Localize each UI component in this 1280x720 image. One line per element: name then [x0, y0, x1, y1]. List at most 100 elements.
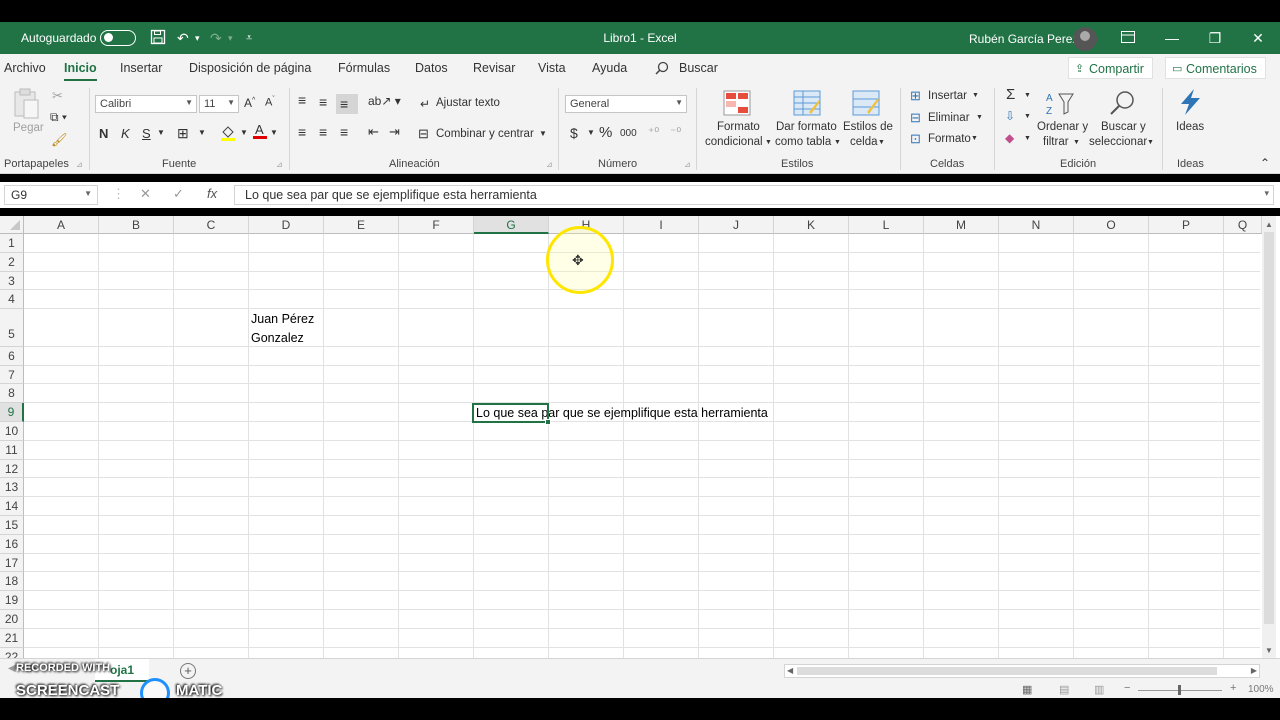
conditional-format-label-2[interactable]: condicional — [705, 136, 763, 148]
orientation-icon[interactable]: ab↗ ▾ — [368, 94, 401, 108]
horizontal-scroll-thumb[interactable] — [797, 667, 1217, 675]
row-header-3[interactable]: 3 — [0, 271, 24, 291]
delete-cells-button[interactable]: Eliminar — [928, 112, 970, 124]
vertical-scroll-thumb[interactable] — [1264, 232, 1274, 624]
find-select-icon[interactable] — [1108, 90, 1136, 116]
row-header-14[interactable]: 14 — [0, 497, 24, 516]
ideas-button[interactable]: Ideas — [1176, 121, 1204, 133]
format-cells-icon[interactable]: ⊡ — [910, 131, 921, 147]
align-middle-icon[interactable]: ≡ — [319, 94, 327, 110]
cell-d5-line1[interactable]: Juan Pérez — [251, 312, 314, 326]
cell-styles-icon[interactable] — [852, 90, 880, 116]
align-center-icon[interactable]: ≡ — [319, 124, 327, 140]
decrease-decimal-icon[interactable]: ⁻⁰ — [670, 125, 681, 139]
restore-icon[interactable]: ❐ — [1205, 28, 1225, 48]
merge-dropdown-icon[interactable]: ▼ — [539, 129, 547, 138]
wrap-text-button[interactable]: Ajustar texto — [436, 97, 500, 109]
align-right-icon[interactable]: ≡ — [340, 124, 348, 140]
wrap-text-icon[interactable]: ↵ — [420, 97, 430, 111]
spreadsheet-grid[interactable]: ABCDEFGHIJKLMNOPQ 1 2 3 4 5 6 7 8 9 10 11 12 13 14 15 1… — [0, 216, 1280, 658]
comments-button[interactable]: ▭ Comentarios — [1165, 57, 1266, 79]
tab-disposicion[interactable]: Disposición de página — [189, 61, 311, 75]
vertical-scrollbar[interactable]: ▲ ▼ — [1262, 216, 1276, 658]
conditional-format-icon[interactable] — [723, 90, 751, 116]
fill-icon[interactable]: ⇩ — [1005, 109, 1015, 123]
row-header-5[interactable]: 5 — [0, 309, 24, 347]
autosum-icon[interactable]: Σ — [1006, 86, 1015, 103]
row-header-4[interactable]: 4 — [0, 290, 24, 310]
align-left-icon[interactable]: ≡ — [298, 124, 306, 140]
row-header-9[interactable]: 9 — [0, 403, 24, 422]
search-label[interactable]: Buscar — [679, 61, 718, 75]
increase-indent-icon[interactable]: ⇥ — [389, 124, 400, 140]
page-break-icon[interactable]: ▥ — [1094, 683, 1104, 696]
percent-button[interactable]: % — [599, 124, 612, 141]
row-header-18[interactable]: 18 — [0, 572, 24, 592]
enter-icon[interactable]: ✓ — [173, 186, 184, 202]
normal-view-icon[interactable]: ▦ — [1022, 683, 1032, 696]
close-icon[interactable]: ✕ — [1248, 28, 1268, 48]
find-select-label-1[interactable]: Buscar y — [1101, 121, 1146, 133]
row-header-21[interactable]: 21 — [0, 628, 24, 648]
underline-button[interactable]: S — [142, 126, 151, 141]
alignment-launcher-icon[interactable]: ⊿ — [546, 160, 553, 169]
column-header-a[interactable]: A — [24, 216, 99, 234]
column-header-q[interactable]: Q — [1224, 216, 1262, 234]
row-header-8[interactable]: 8 — [0, 384, 24, 404]
column-header-f[interactable]: F — [399, 216, 474, 234]
row-header-13[interactable]: 13 — [0, 478, 24, 498]
tab-archivo[interactable]: Archivo — [4, 61, 46, 75]
font-size-combo[interactable]: 11 ▼ — [199, 95, 239, 113]
thousands-button[interactable]: 000 — [620, 128, 637, 139]
currency-button[interactable]: $ — [570, 125, 578, 141]
share-button[interactable]: ⇪ Compartir — [1068, 57, 1153, 79]
fill-handle[interactable] — [545, 419, 551, 425]
zoom-slider-thumb[interactable] — [1178, 685, 1181, 695]
conditional-dropdown-icon[interactable]: ▼ — [765, 139, 772, 146]
sort-dropdown-icon[interactable]: ▼ — [1073, 139, 1080, 146]
expand-formula-icon[interactable]: ▾ — [1264, 188, 1269, 199]
delete-dropdown-icon[interactable]: ▼ — [976, 114, 983, 121]
tab-ayuda[interactable]: Ayuda — [592, 61, 627, 75]
insert-cells-button[interactable]: Insertar — [928, 90, 967, 102]
column-header-e[interactable]: E — [324, 216, 399, 234]
row-header-17[interactable]: 17 — [0, 553, 24, 573]
column-header-n[interactable]: N — [999, 216, 1074, 234]
conditional-format-label-1[interactable]: Formato — [717, 121, 760, 133]
paste-label[interactable]: Pegar — [13, 122, 44, 134]
sort-filter-icon[interactable]: AZ — [1046, 90, 1074, 117]
format-as-table-label-1[interactable]: Dar formato — [776, 121, 837, 133]
format-painter-icon[interactable]: 🖌 — [51, 132, 68, 148]
decrease-font-icon[interactable]: Aˇ — [265, 96, 275, 109]
active-cell-selection[interactable] — [472, 403, 551, 425]
clear-dropdown-icon[interactable]: ▼ — [1024, 135, 1031, 142]
cell-styles-dropdown-icon[interactable]: ▼ — [878, 139, 885, 146]
scroll-right-icon[interactable]: ▶ — [1251, 666, 1257, 675]
fill-dropdown-icon[interactable]: ▼ — [240, 128, 248, 137]
scroll-down-icon[interactable]: ▼ — [1265, 646, 1273, 655]
column-header-b[interactable]: B — [99, 216, 174, 234]
find-dropdown-icon[interactable]: ▼ — [1147, 139, 1154, 146]
zoom-in-icon[interactable]: + — [1230, 682, 1236, 694]
sort-filter-label-1[interactable]: Ordenar y — [1037, 121, 1088, 133]
insert-dropdown-icon[interactable]: ▼ — [972, 92, 979, 99]
clipboard-launcher-icon[interactable]: ⊿ — [76, 160, 83, 169]
format-as-table-label-2[interactable]: como tabla — [775, 136, 831, 148]
row-header-15[interactable]: 15 — [0, 516, 24, 535]
font-color-icon[interactable]: A — [252, 122, 268, 143]
cut-icon[interactable]: ✂ — [52, 88, 63, 104]
minimize-icon[interactable]: — — [1162, 28, 1182, 48]
row-header-1[interactable]: 1 — [0, 234, 24, 253]
collapse-ribbon-icon[interactable]: ⌃ — [1260, 156, 1270, 170]
cell-styles-label-2[interactable]: celda — [850, 136, 878, 148]
avatar[interactable] — [1073, 27, 1097, 51]
zoom-level[interactable]: 100% — [1248, 684, 1274, 695]
column-header-i[interactable]: I — [624, 216, 699, 234]
format-dropdown-icon[interactable]: ▼ — [971, 135, 978, 142]
bold-button[interactable]: N — [99, 126, 108, 141]
merge-center-button[interactable]: Combinar y centrar — [436, 128, 534, 140]
row-header-16[interactable]: 16 — [0, 534, 24, 554]
column-header-k[interactable]: K — [774, 216, 849, 234]
tab-insertar[interactable]: Insertar — [120, 61, 162, 75]
fill-color-icon[interactable] — [220, 124, 236, 145]
